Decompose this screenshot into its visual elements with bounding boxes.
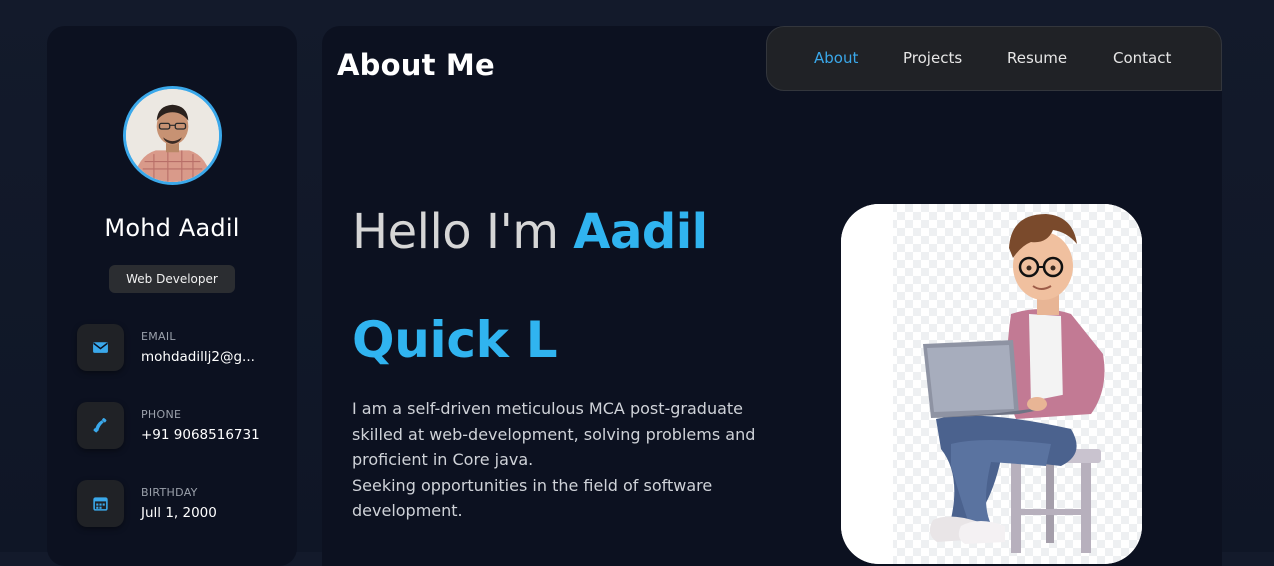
- nav-projects[interactable]: Projects: [903, 49, 962, 67]
- greeting-name: Aadil: [573, 204, 708, 260]
- contact-label: EMAIL: [141, 330, 176, 343]
- profile-sidebar: Mohd Aadil Web Developer EMAIL mohdadill…: [47, 26, 297, 566]
- email-link[interactable]: mohdadillj2@g...: [141, 349, 255, 365]
- contact-email: EMAIL mohdadillj2@g...: [77, 324, 287, 372]
- profile-photo: [126, 89, 219, 182]
- phone-link[interactable]: +91 9068516731: [141, 427, 260, 443]
- contact-label: BIRTHDAY: [141, 486, 198, 499]
- bio-text: I am a self-driven meticulous MCA post-g…: [352, 399, 756, 520]
- navbar: About Projects Resume Contact: [766, 26, 1222, 91]
- hero-illustration: [841, 204, 1142, 564]
- role-badge: Web Developer: [109, 265, 235, 293]
- profile-name: Mohd Aadil: [104, 214, 240, 242]
- nav-resume[interactable]: Resume: [1007, 49, 1067, 67]
- mail-icon-box: [77, 324, 124, 371]
- mail-icon: [93, 342, 108, 353]
- calendar-icon-box: [77, 480, 124, 527]
- calendar-icon: [93, 497, 108, 511]
- page-title: About Me: [337, 48, 495, 82]
- nav-contact[interactable]: Contact: [1113, 49, 1171, 67]
- phone-icon-box: [77, 402, 124, 449]
- developer-illustration: [841, 204, 1142, 564]
- typed-headline: Quick L: [352, 311, 558, 369]
- avatar: [123, 86, 222, 185]
- about-section: About Me About Projects Resume Contact H…: [322, 26, 1222, 566]
- contact-birthday: BIRTHDAY Jull 1, 2000: [77, 480, 287, 528]
- phone-icon: [93, 418, 107, 433]
- greeting-prefix: Hello I'm: [352, 204, 574, 260]
- greeting: Hello I'm Aadil: [352, 204, 708, 260]
- birthday-value: Jull 1, 2000: [141, 505, 217, 521]
- nav-about[interactable]: About: [814, 49, 858, 67]
- contact-phone: PHONE +91 9068516731: [77, 402, 287, 450]
- contact-label: PHONE: [141, 408, 182, 421]
